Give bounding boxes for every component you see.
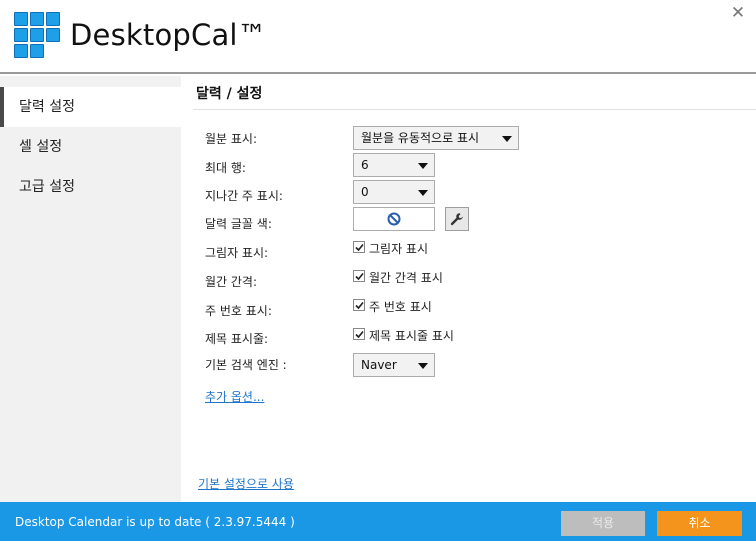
past-weeks-label: 지나간 주 표시: <box>205 189 283 203</box>
shadow-checkbox[interactable] <box>353 241 365 253</box>
sidebar: 달력 설정 셀 설정 고급 설정 <box>0 76 181 502</box>
month-gap-checkbox-label[interactable]: 월간 간격 표시 <box>369 269 443 286</box>
past-weeks-value: 0 <box>361 185 369 199</box>
app-title: DesktopCal™ <box>70 18 267 52</box>
checkmark-icon <box>355 301 364 310</box>
title-bar-checkbox[interactable] <box>353 328 365 340</box>
settings-panel: 달력 / 설정 월분 표시: 월분을 유동적으로 표시 최대 행: 6 지나간 … <box>181 76 756 502</box>
chevron-down-icon <box>418 163 428 169</box>
sidebar-item-cell-settings[interactable]: 셀 설정 <box>0 127 181 167</box>
month-display-value: 월분을 유동적으로 표시 <box>361 131 480 145</box>
search-engine-value: Naver <box>361 358 397 372</box>
title-bar-label: 제목 표시줄: <box>205 332 269 346</box>
shadow-label: 그림자 표시: <box>205 246 269 260</box>
month-display-label: 월분 표시: <box>205 132 258 146</box>
max-rows-label: 최대 행: <box>205 161 246 175</box>
month-display-select[interactable]: 월분을 유동적으로 표시 <box>353 126 519 150</box>
title-bar-checkbox-label[interactable]: 제목 표시줄 표시 <box>369 327 454 344</box>
chevron-down-icon <box>418 190 428 196</box>
update-status-text: Desktop Calendar is up to date ( 2.3.97.… <box>15 515 295 529</box>
cancel-button[interactable]: 취소 <box>657 511 742 536</box>
max-rows-select[interactable]: 6 <box>353 153 435 177</box>
chevron-down-icon <box>418 363 428 369</box>
font-color-picker[interactable] <box>353 207 435 231</box>
apply-button[interactable]: 적용 <box>561 511 645 536</box>
shadow-checkbox-label[interactable]: 그림자 표시 <box>369 240 428 257</box>
search-engine-label: 기본 검색 엔진 : <box>205 358 287 372</box>
month-gap-checkbox[interactable] <box>353 270 365 282</box>
use-default-settings-link[interactable]: 기본 설정으로 사용 <box>198 475 294 492</box>
no-color-icon <box>387 212 401 226</box>
wrench-icon <box>450 213 463 226</box>
sidebar-item-advanced-settings[interactable]: 고급 설정 <box>0 167 181 207</box>
week-number-label: 주 번호 표시: <box>205 304 272 318</box>
section-divider <box>193 109 756 110</box>
checkmark-icon <box>355 243 364 252</box>
checkmark-icon <box>355 330 364 339</box>
close-icon[interactable]: ✕ <box>728 3 748 23</box>
week-number-checkbox-label[interactable]: 주 번호 표시 <box>369 298 432 315</box>
app-logo <box>14 12 60 60</box>
section-title: 달력 / 설정 <box>196 86 263 102</box>
search-engine-select[interactable]: Naver <box>353 353 435 377</box>
status-bar: Desktop Calendar is up to date ( 2.3.97.… <box>0 502 756 541</box>
sidebar-item-calendar-settings[interactable]: 달력 설정 <box>0 87 181 127</box>
more-options-link[interactable]: 추가 옵션... <box>205 388 264 405</box>
max-rows-value: 6 <box>361 158 369 172</box>
font-color-label: 달력 글꼴 색: <box>205 217 272 231</box>
title-bar: DesktopCal™ ✕ <box>0 0 756 74</box>
past-weeks-select[interactable]: 0 <box>353 180 435 204</box>
font-color-settings-button[interactable] <box>445 207 469 231</box>
week-number-checkbox[interactable] <box>353 299 365 311</box>
checkmark-icon <box>355 272 364 281</box>
chevron-down-icon <box>502 136 512 142</box>
month-gap-label: 월간 간격: <box>205 275 258 289</box>
